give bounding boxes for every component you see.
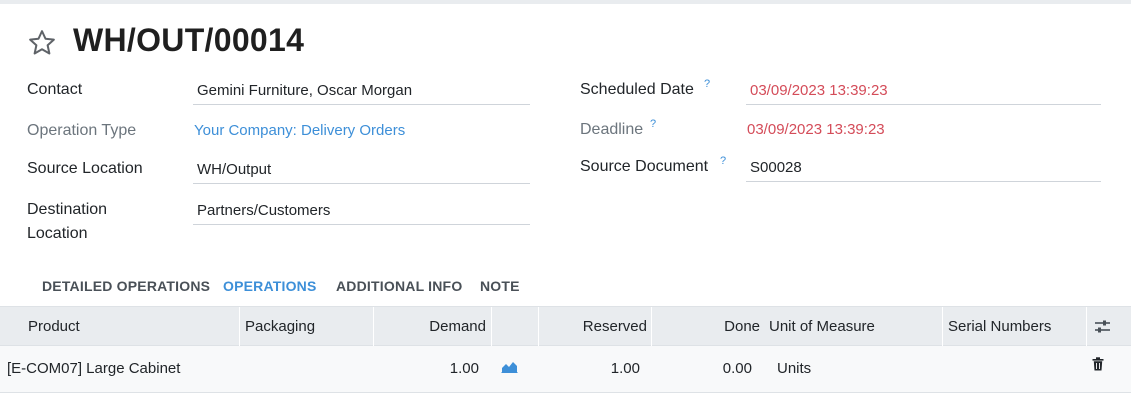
column-serial-numbers[interactable]: Serial Numbers bbox=[948, 318, 1051, 335]
tab-note[interactable]: NOTE bbox=[480, 278, 520, 294]
source-document-field[interactable]: S00028 bbox=[746, 154, 1101, 182]
column-divider bbox=[538, 307, 539, 347]
column-divider bbox=[651, 307, 652, 347]
area-chart-icon[interactable] bbox=[501, 360, 518, 373]
column-divider bbox=[491, 307, 492, 347]
tab-additional-info[interactable]: ADDITIONAL INFO bbox=[336, 278, 462, 294]
column-packaging[interactable]: Packaging bbox=[245, 318, 315, 335]
tab-operations[interactable]: OPERATIONS bbox=[223, 278, 317, 294]
sliders-icon[interactable] bbox=[1094, 319, 1111, 334]
cell-demand[interactable]: 1.00 bbox=[380, 360, 479, 377]
column-divider bbox=[942, 307, 943, 347]
source-document-help-icon[interactable]: ? bbox=[720, 155, 726, 167]
scheduled-date-label: Scheduled Date bbox=[580, 81, 694, 98]
column-divider bbox=[239, 307, 240, 347]
column-product[interactable]: Product bbox=[28, 318, 80, 335]
top-border bbox=[0, 0, 1131, 4]
column-unit-of-measure[interactable]: Unit of Measure bbox=[769, 318, 875, 335]
column-demand[interactable]: Demand bbox=[380, 318, 486, 335]
column-divider bbox=[1086, 307, 1087, 347]
column-done[interactable]: Done bbox=[660, 318, 760, 335]
contact-label: Contact bbox=[27, 81, 83, 98]
destination-location-field[interactable]: Partners/Customers bbox=[193, 197, 530, 225]
tab-detailed-operations[interactable]: DETAILED OPERATIONS bbox=[42, 278, 210, 294]
cell-unit-of-measure[interactable]: Units bbox=[777, 360, 811, 377]
record-title: WH/OUT/00014 bbox=[73, 22, 305, 58]
deadline-label: Deadline bbox=[580, 121, 644, 138]
cell-product[interactable]: [E-COM07] Large Cabinet bbox=[7, 360, 180, 377]
cell-done[interactable]: 0.00 bbox=[660, 360, 752, 377]
table-header: Product Packaging Demand Reserved Done U… bbox=[0, 306, 1131, 347]
scheduled-date-help-icon[interactable]: ? bbox=[704, 78, 710, 90]
destination-location-label-line2: Location bbox=[27, 225, 88, 242]
star-outline-icon[interactable] bbox=[26, 28, 58, 58]
table-row[interactable]: [E-COM07] Large Cabinet 1.00 1.00 0.00 U… bbox=[0, 346, 1131, 393]
scheduled-date-field[interactable]: 03/09/2023 13:39:23 bbox=[746, 77, 1101, 105]
trash-icon[interactable] bbox=[1092, 357, 1104, 371]
deadline-value: 03/09/2023 13:39:23 bbox=[747, 121, 885, 138]
column-divider bbox=[373, 307, 374, 347]
source-location-label: Source Location bbox=[27, 160, 143, 177]
source-document-label: Source Document bbox=[580, 158, 709, 175]
notebook-tabs: DETAILED OPERATIONS OPERATIONS ADDITIONA… bbox=[0, 270, 1131, 306]
column-reserved[interactable]: Reserved bbox=[545, 318, 647, 335]
destination-location-label-line1: Destination bbox=[27, 201, 108, 218]
operation-type-link[interactable]: Your Company: Delivery Orders bbox=[190, 117, 527, 145]
deadline-help-icon[interactable]: ? bbox=[650, 118, 656, 130]
contact-field[interactable]: Gemini Furniture, Oscar Morgan bbox=[193, 77, 530, 105]
cell-reserved[interactable]: 1.00 bbox=[545, 360, 640, 377]
source-location-field[interactable]: WH/Output bbox=[193, 156, 530, 184]
operation-type-label: Operation Type bbox=[27, 122, 137, 139]
